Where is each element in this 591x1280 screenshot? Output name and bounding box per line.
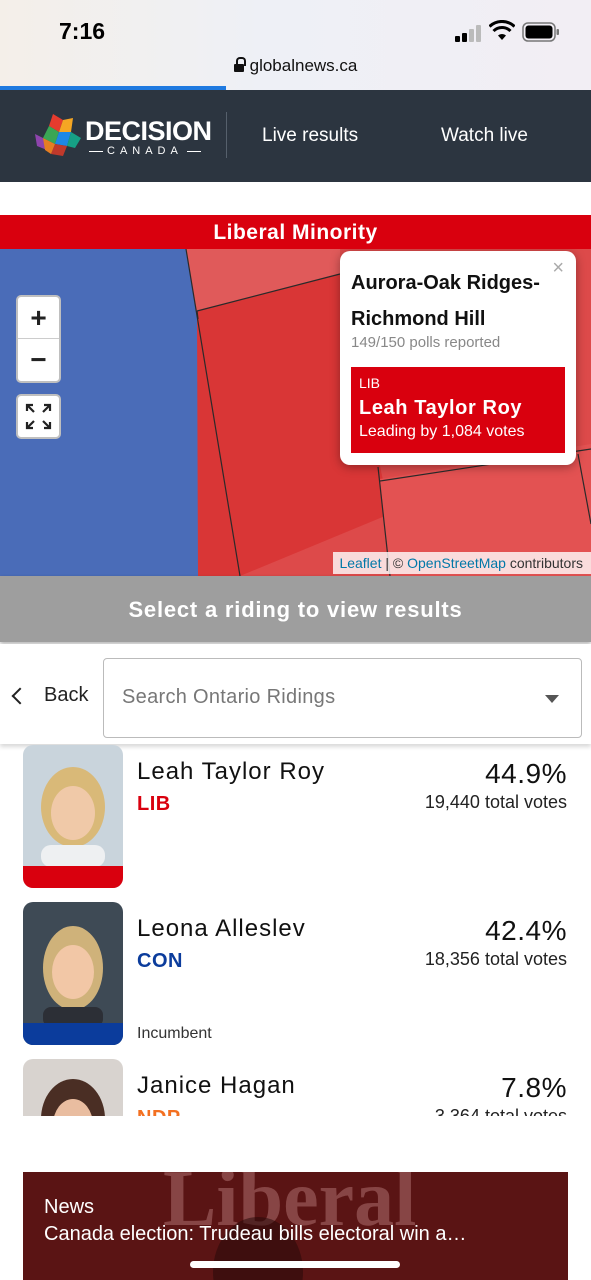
news-headline: Canada election: Trudeau bills electoral… <box>44 1223 467 1245</box>
candidate-list: Leah Taylor Roy LIB 44.9% 19,440 total v… <box>0 744 591 1116</box>
candidate-name: Leah Taylor Roy <box>137 758 325 785</box>
status-time: 7:16 <box>59 18 106 44</box>
battery-icon <box>522 22 559 42</box>
riding-toolbar: Back Search Ontario Ridings <box>0 644 591 744</box>
candidate-row[interactable]: Leah Taylor Roy LIB 44.9% 19,440 total v… <box>0 744 591 894</box>
wifi-icon <box>489 20 515 40</box>
leaflet-link[interactable]: Leaflet <box>339 555 381 571</box>
popup-polls-reported: 149/150 polls reported <box>351 334 501 351</box>
candidate-name: Leona Alleslev <box>137 915 306 942</box>
nav-watch-live[interactable]: Watch live <box>441 125 528 147</box>
popup-leader-party: LIB <box>359 375 381 391</box>
logo-subtitle: CANADA <box>85 145 205 157</box>
select-riding-prompt: Select a riding to view results <box>0 576 591 642</box>
map-attribution: Leaflet | © OpenStreetMap contributors <box>333 552 591 574</box>
party-color-bar <box>23 1023 123 1045</box>
home-indicator[interactable] <box>190 1261 400 1268</box>
candidate-party: CON <box>137 950 183 972</box>
openstreetmap-link[interactable]: OpenStreetMap <box>407 555 506 571</box>
candidate-total-votes: 18,356 total votes <box>424 949 567 969</box>
popup-riding-name: Aurora-Oak Ridges- Richmond Hill <box>351 272 540 330</box>
candidate-row[interactable]: Leona Alleslev CON 42.4% 18,356 total vo… <box>0 901 591 1051</box>
dropdown-caret-icon <box>545 695 559 703</box>
lock-icon <box>233 57 246 72</box>
party-color-bar <box>23 866 123 888</box>
url-text: globalnews.ca <box>249 56 358 75</box>
zoom-control: + − <box>16 295 61 383</box>
nav-live-results[interactable]: Live results <box>262 125 358 147</box>
candidate-party: NDP <box>137 1107 181 1116</box>
riding-map[interactable]: + − × Aurora-Oak Ridges- Richmond Hill 1… <box>0 249 591 576</box>
candidate-vote-percent: 42.4% <box>485 915 567 946</box>
chevron-left-icon <box>11 687 29 704</box>
zoom-out-button[interactable]: − <box>18 339 59 381</box>
candidate-photo <box>23 745 123 888</box>
candidate-vote-percent: 44.9% <box>485 758 567 789</box>
riding-search-dropdown[interactable]: Search Ontario Ridings <box>103 658 582 738</box>
cellular-signal-icon <box>455 24 483 42</box>
nav-overflow-fade <box>521 90 591 182</box>
site-header: DECISION CANADA Live results Watch live <box>0 90 591 182</box>
zoom-in-button[interactable]: + <box>18 297 59 339</box>
maple-leaf-logo-icon <box>35 114 81 156</box>
header-divider <box>226 112 227 158</box>
popup-lead-margin: Leading by 1,084 votes <box>359 423 525 440</box>
candidate-photo <box>23 1059 123 1116</box>
back-label: Back <box>44 684 89 706</box>
candidate-name: Janice Hagan <box>137 1072 296 1099</box>
decision-canada-logo[interactable]: DECISION CANADA <box>33 112 213 162</box>
candidate-total-votes: 3,364 total votes <box>434 1106 567 1116</box>
riding-popup: × Aurora-Oak Ridges- Richmond Hill 149/1… <box>340 251 576 465</box>
status-bar: 7:16 globalnews.ca <box>0 0 591 90</box>
address-bar[interactable]: globalnews.ca <box>0 56 591 76</box>
fullscreen-button[interactable] <box>16 394 61 439</box>
popup-leader-name: Leah Taylor Roy <box>359 397 523 419</box>
back-button[interactable]: Back <box>8 684 88 707</box>
search-placeholder: Search Ontario Ridings <box>122 686 336 708</box>
news-label: News <box>44 1196 95 1218</box>
incumbent-label: Incumbent <box>137 1025 212 1042</box>
popup-leader-box: LIB Leah Taylor Roy Leading by 1,084 vot… <box>351 367 565 453</box>
logo-title: DECISION <box>85 116 212 146</box>
candidate-photo <box>23 902 123 1045</box>
candidate-total-votes: 19,440 total votes <box>424 792 567 812</box>
result-banner: Liberal Minority <box>0 215 591 249</box>
candidate-row[interactable]: Janice Hagan NDP 7.8% 3,364 total votes <box>0 1058 591 1116</box>
candidate-party: LIB <box>137 793 171 815</box>
candidate-vote-percent: 7.8% <box>501 1072 567 1103</box>
fullscreen-icon <box>25 403 52 430</box>
